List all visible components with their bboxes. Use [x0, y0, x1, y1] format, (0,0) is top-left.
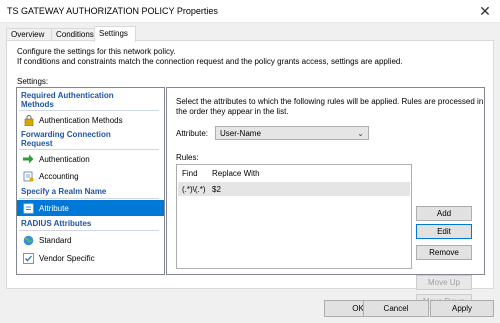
sidebar-item-attribute[interactable]: Attribute — [17, 200, 164, 216]
category-title-line1: Specify a Realm Name — [21, 187, 107, 196]
move-up-button[interactable]: Move Up — [416, 275, 472, 290]
category-divider — [19, 230, 159, 231]
tab-settings[interactable]: Settings — [94, 26, 136, 42]
apply-button[interactable]: Apply — [430, 300, 494, 317]
sidebar-item-vendor-specific[interactable]: Vendor Specific — [17, 250, 164, 266]
attribute-label: Attribute: — [176, 129, 209, 138]
globe-icon — [23, 235, 34, 246]
settings-description-line2: If conditions and constraints match the … — [17, 57, 403, 66]
category-title-line1: Forwarding Connection — [21, 130, 111, 139]
add-button[interactable]: Add — [416, 206, 472, 221]
column-header-replace-with[interactable]: Replace With — [212, 169, 260, 178]
sidebar-item-authentication-methods[interactable]: Authentication Methods — [17, 112, 164, 128]
category-radius-attributes: RADIUS Attributes — [21, 219, 151, 228]
instruction-line2: the order they appear in the list. — [176, 107, 289, 116]
category-title-line1: Required Authentication — [21, 91, 114, 100]
category-divider — [19, 149, 159, 150]
close-icon[interactable]: ✕ — [470, 0, 500, 22]
sidebar-item-accounting[interactable]: Accounting — [17, 168, 164, 184]
title-bar: TS GATEWAY AUTHORIZATION POLICY Properti… — [0, 0, 500, 23]
category-divider — [19, 198, 159, 199]
attribute-icon — [23, 203, 34, 214]
sidebar-item-label: Authentication Methods — [39, 115, 123, 125]
chevron-down-icon: ⌄ — [357, 129, 364, 138]
instruction-line1: Select the attributes to which the follo… — [176, 97, 484, 106]
column-header-find[interactable]: Find — [182, 169, 198, 178]
sidebar-item-authentication[interactable]: Authentication — [17, 151, 164, 167]
category-divider — [19, 110, 159, 111]
attribute-settings-panel: Select the attributes to which the follo… — [166, 87, 485, 309]
settings-navigation-panel: Required Authentication Methods Authenti… — [16, 87, 165, 275]
cancel-button[interactable]: Cancel — [363, 300, 429, 317]
category-specify-realm-name: Specify a Realm Name — [21, 187, 151, 196]
settings-tab-page: Configure the settings for this network … — [6, 40, 494, 309]
sidebar-item-label: Attribute — [39, 203, 69, 213]
category-title-line1: RADIUS Attributes — [21, 219, 92, 228]
checkbox-icon — [23, 252, 34, 264]
remove-button[interactable]: Remove — [416, 245, 472, 260]
edit-button[interactable]: Edit — [416, 224, 472, 239]
sidebar-item-label: Standard — [39, 235, 72, 245]
settings-label: Settings: — [17, 77, 49, 86]
category-title-line2: Methods — [21, 100, 54, 109]
rules-table[interactable]: Find Replace With (.*)\(.*) $2 — [176, 164, 412, 269]
attribute-dropdown-value: User-Name — [220, 128, 261, 138]
sidebar-item-label: Authentication — [39, 154, 90, 164]
rule-find-cell: (.*)\(.*) — [182, 185, 206, 194]
green-arrow-icon — [23, 154, 34, 165]
window-title: TS GATEWAY AUTHORIZATION POLICY Properti… — [7, 6, 218, 16]
rules-label: Rules: — [176, 153, 199, 162]
settings-description-line1: Configure the settings for this network … — [17, 47, 176, 56]
category-title-line2: Request — [21, 139, 53, 148]
sidebar-item-label: Accounting — [39, 171, 79, 181]
lock-icon — [23, 114, 34, 126]
category-required-authentication-methods: Required Authentication Methods — [21, 91, 151, 109]
sidebar-item-label: Vendor Specific — [39, 253, 95, 263]
key-icon — [23, 171, 34, 182]
attribute-dropdown[interactable]: User-Name ⌄ — [215, 126, 369, 140]
sidebar-item-standard[interactable]: Standard — [17, 232, 164, 248]
category-forwarding-connection-request: Forwarding Connection Request — [21, 130, 151, 148]
rule-replace-cell: $2 — [212, 185, 221, 194]
